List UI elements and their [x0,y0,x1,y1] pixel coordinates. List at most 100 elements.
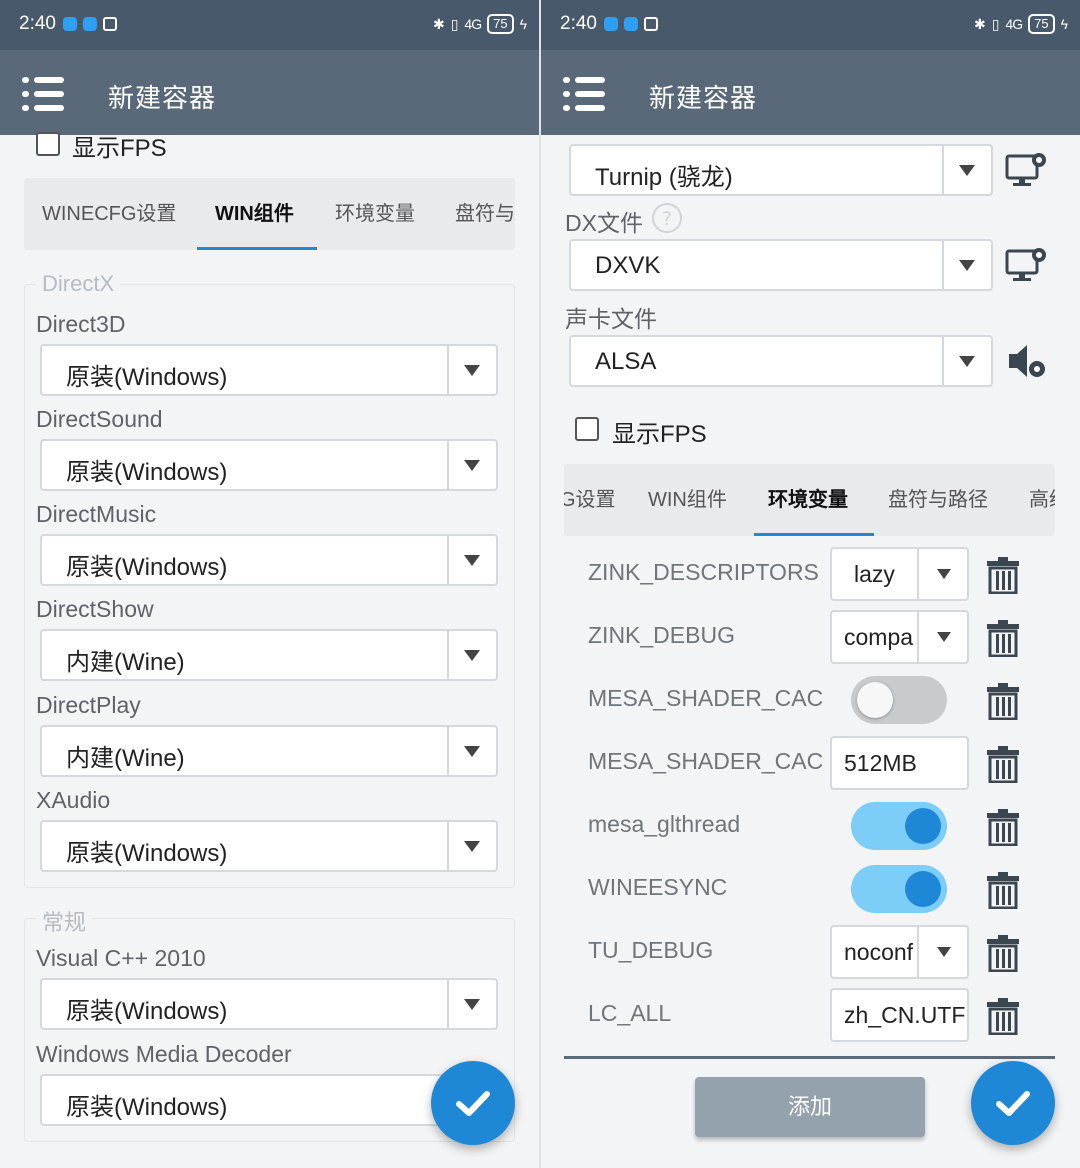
wmd-select[interactable]: 原装(Windows) [40,1074,498,1126]
env-name: WINEESYNC [588,874,728,900]
tab-win-components[interactable]: WIN组件 [215,178,294,250]
tab-winecfg[interactable]: WINECFG设置 [42,178,176,250]
speaker-settings-icon[interactable] [1005,341,1049,381]
env-value: lazy [854,561,895,587]
directmusic-select[interactable]: 原装(Windows) [40,534,498,586]
check-icon [996,1091,1030,1116]
trash-icon[interactable] [986,808,1020,846]
tab-win-components[interactable]: WIN组件 [648,464,727,536]
trash-icon[interactable] [986,745,1020,783]
vcpp-value: 原装(Windows) [66,998,228,1025]
directmusic-label: DirectMusic [36,501,157,527]
list-divider [564,1056,1055,1059]
env-name: ZINK_DEBUG [588,622,735,648]
env-value: 512MB [844,750,917,776]
notification-icons [604,17,658,31]
confirm-fab[interactable] [971,1061,1055,1145]
vibrate-icon: ▯ [991,15,1000,32]
dx-select[interactable]: DXVK [569,239,993,291]
env-toggle[interactable] [851,865,947,913]
chevron-down-icon [464,746,480,757]
env-value-select[interactable]: compa [830,610,969,664]
monitor-settings-icon[interactable] [1005,245,1049,285]
show-fps-checkbox[interactable] [575,417,599,441]
directplay-select[interactable]: 内建(Wine) [40,725,498,777]
left-screen: 2:40 ✱ ▯ 4G 75 ϟ 新建容器 显示FPS WINECFG设置 WI… [0,0,539,1168]
directmusic-value: 原装(Windows) [66,554,228,581]
tab-drives[interactable]: 盘符与路径 [888,464,988,536]
directshow-select[interactable]: 内建(Wine) [40,629,498,681]
tab-winecfg[interactable]: G设置 [564,464,616,536]
wmd-label: Windows Media Decoder [36,1041,292,1067]
dx-label: DX文件 [565,210,643,236]
cloud-icon [624,17,638,31]
general-title: 常规 [36,905,93,937]
driver-select[interactable]: Turnip (骁龙) [569,144,993,196]
tab-drives[interactable]: 盘符与 [455,178,515,250]
trash-icon[interactable] [986,934,1020,972]
env-row: MESA_SHADER_CAC 512MB [541,736,1080,799]
notification-icons [63,17,117,31]
bluetooth-icon: ✱ [432,15,445,32]
chevron-down-icon [937,947,951,957]
show-fps-checkbox[interactable] [36,132,60,156]
app-bar: 新建容器 [541,50,1080,135]
trash-icon[interactable] [986,997,1020,1035]
xaudio-label: XAudio [36,787,111,813]
driver-value: Turnip (骁龙) [595,164,733,191]
tab-advanced[interactable]: 高级 [1029,464,1055,536]
tab-env-vars[interactable]: 环境变量 [335,178,415,250]
svg-text:?: ? [662,208,672,230]
chevron-down-icon [464,460,480,471]
directsound-value: 原装(Windows) [66,459,228,486]
status-right: ✱ ▯ 4G 75 ϟ [433,14,527,34]
chevron-down-icon [937,569,951,579]
menu-icon[interactable] [22,77,64,111]
status-right: ✱ ▯ 4G 75 ϟ [974,14,1068,34]
env-value-input[interactable]: 512MB [830,736,969,790]
directsound-label: DirectSound [36,406,163,432]
env-row: TU_DEBUG noconf [541,925,1080,988]
xaudio-select[interactable]: 原装(Windows) [40,820,498,872]
chevron-down-icon [937,632,951,642]
dx-value: DXVK [595,252,661,279]
direct3d-select[interactable]: 原装(Windows) [40,344,498,396]
tab-indicator [197,247,317,250]
env-value-select[interactable]: noconf [830,925,969,979]
cloud-icon [83,17,97,31]
battery-icon: 75 [1028,14,1055,34]
env-value-select[interactable]: lazy [830,547,969,601]
trash-icon[interactable] [986,619,1020,657]
check-icon [456,1091,490,1116]
env-row: LC_ALL zh_CN.UTF [541,988,1080,1051]
confirm-fab[interactable] [431,1061,515,1145]
help-icon[interactable]: ? [651,202,683,234]
sound-select[interactable]: ALSA [569,335,993,387]
directsound-select[interactable]: 原装(Windows) [40,439,498,491]
env-toggle[interactable] [851,676,947,724]
tab-indicator [754,533,874,536]
right-screen: 2:40 ✱ ▯ 4G 75 ϟ 新建容器 Turnip (骁龙) DX文件 ?… [541,0,1080,1168]
show-fps-label: 显示FPS [612,421,707,448]
menu-icon[interactable] [563,77,605,111]
tab-env-vars[interactable]: 环境变量 [768,464,848,536]
env-name: TU_DEBUG [588,937,714,963]
monitor-settings-icon[interactable] [1005,150,1049,190]
trash-icon[interactable] [986,871,1020,909]
env-name: ZINK_DESCRIPTORS [588,559,819,585]
env-name: MESA_SHADER_CAC [588,685,824,711]
vcpp-label: Visual C++ 2010 [36,945,206,971]
env-value-input[interactable]: zh_CN.UTF [830,988,969,1042]
add-button[interactable]: 添加 [695,1077,925,1137]
charging-icon: ϟ [519,16,527,32]
env-name: MESA_SHADER_CAC [588,748,824,774]
env-name: LC_ALL [588,1000,672,1026]
env-toggle[interactable] [851,802,947,850]
status-bar: 2:40 ✱ ▯ 4G 75 ϟ [0,0,539,50]
trash-icon[interactable] [986,556,1020,594]
trash-icon[interactable] [986,682,1020,720]
directshow-label: DirectShow [36,596,154,622]
vcpp-select[interactable]: 原装(Windows) [40,978,498,1030]
sound-label: 声卡文件 [565,306,657,332]
chevron-down-icon [959,260,975,271]
